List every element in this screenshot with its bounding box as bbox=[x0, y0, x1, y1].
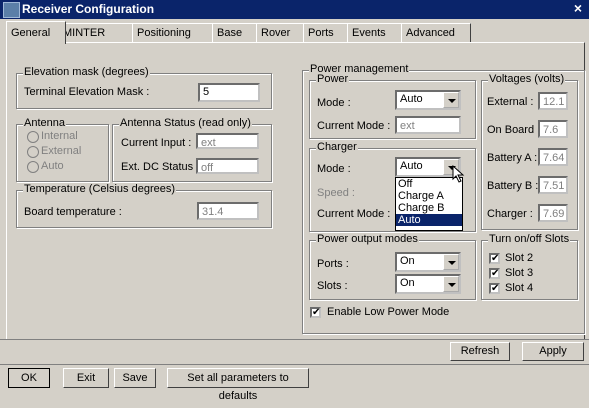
dropdown-option-charge-b[interactable]: Charge B bbox=[396, 202, 462, 214]
power-output-title: Power output modes bbox=[316, 233, 419, 245]
ports-value: On bbox=[400, 255, 415, 267]
voltage-battery-a-field: 7.64 bbox=[538, 148, 568, 166]
power-mode-select[interactable]: Auto bbox=[395, 90, 461, 110]
slot-3-label: Slot 3 bbox=[505, 267, 534, 279]
charger-mode-dropdown[interactable]: Off Charge A Charge B Auto bbox=[395, 177, 463, 231]
antenna-status-title: Antenna Status (read only) bbox=[119, 117, 252, 129]
dropdown-option-auto[interactable]: Auto bbox=[396, 214, 462, 226]
chevron-down-icon[interactable] bbox=[443, 92, 459, 108]
power-mode-label: Mode : bbox=[317, 97, 351, 109]
tab-events[interactable]: Events bbox=[347, 23, 409, 42]
dc-status-label: Ext. DC Status : bbox=[121, 161, 200, 173]
tab-positioning[interactable]: Positioning bbox=[132, 23, 220, 42]
board-temperature-field: 31.4 bbox=[197, 202, 259, 220]
tab-minter[interactable]: MINTER bbox=[58, 23, 140, 42]
slots-value: On bbox=[400, 277, 415, 289]
divider bbox=[0, 364, 589, 365]
charger-mode-value: Auto bbox=[400, 160, 423, 172]
app-icon bbox=[3, 2, 20, 18]
power-group-title: Power bbox=[316, 73, 350, 85]
set-defaults-button[interactable]: Set all parameters to defaults bbox=[167, 368, 309, 402]
slot-2-label: Slot 2 bbox=[505, 252, 534, 264]
current-input-field: ext bbox=[196, 133, 259, 149]
ports-select[interactable]: On bbox=[395, 252, 461, 272]
charger-group-title: Charger bbox=[316, 141, 358, 153]
voltage-external-label: External : bbox=[487, 96, 534, 108]
terminal-elevation-input[interactable]: 5 bbox=[198, 83, 260, 102]
ok-button[interactable]: OK bbox=[8, 368, 50, 388]
voltage-battery-b-label: Battery B : bbox=[487, 180, 539, 192]
voltages-group-title: Voltages (volts) bbox=[488, 73, 566, 85]
exit-button[interactable]: Exit bbox=[63, 368, 109, 388]
title-bar: Receiver Configuration × bbox=[0, 0, 589, 19]
slots-label: Slots : bbox=[317, 280, 348, 292]
power-current-mode-field: ext bbox=[395, 116, 461, 134]
voltage-onboard-field: 7.6 bbox=[538, 120, 568, 138]
antenna-auto-label: Auto bbox=[41, 160, 64, 172]
slot-2-checkbox[interactable]: ✔ bbox=[489, 253, 500, 264]
chevron-down-icon[interactable] bbox=[443, 276, 459, 292]
antenna-internal-radio[interactable] bbox=[27, 131, 39, 143]
voltage-charger-label: Charger : bbox=[487, 208, 533, 220]
close-icon[interactable]: × bbox=[571, 1, 585, 15]
apply-button[interactable]: Apply bbox=[522, 342, 584, 361]
voltage-battery-a-label: Battery A : bbox=[487, 152, 538, 164]
dropdown-option-charge-a[interactable]: Charge A bbox=[396, 190, 462, 202]
tab-general[interactable]: General bbox=[6, 21, 66, 44]
power-current-mode-label: Current Mode : bbox=[317, 120, 391, 132]
refresh-button[interactable]: Refresh bbox=[450, 342, 510, 361]
voltage-external-field: 12.1 bbox=[538, 92, 568, 110]
charger-speed-label: Speed : bbox=[317, 187, 355, 199]
slots-select[interactable]: On bbox=[395, 274, 461, 294]
window-title: Receiver Configuration bbox=[22, 2, 155, 16]
chevron-down-icon[interactable] bbox=[443, 254, 459, 270]
board-temperature-label: Board temperature : bbox=[24, 206, 122, 218]
slots-toggle-title: Turn on/off Slots bbox=[488, 233, 571, 245]
voltage-charger-field: 7.69 bbox=[538, 204, 568, 222]
save-button[interactable]: Save bbox=[114, 368, 156, 388]
current-input-label: Current Input : bbox=[121, 137, 192, 149]
mouse-cursor-icon bbox=[452, 165, 465, 183]
dc-status-field: off bbox=[196, 158, 259, 174]
voltage-battery-b-field: 7.51 bbox=[538, 176, 568, 194]
charger-current-mode-label: Current Mode : bbox=[317, 208, 391, 220]
antenna-internal-label: Internal bbox=[41, 130, 78, 142]
divider bbox=[0, 339, 589, 340]
low-power-checkbox[interactable]: ✔ bbox=[310, 307, 321, 318]
elevation-group-title: Elevation mask (degrees) bbox=[23, 66, 150, 78]
voltage-onboard-label: On Board : bbox=[487, 124, 541, 136]
antenna-external-radio[interactable] bbox=[27, 146, 39, 158]
terminal-elevation-label: Terminal Elevation Mask : bbox=[24, 86, 150, 98]
slot-4-label: Slot 4 bbox=[505, 282, 534, 294]
power-mode-value: Auto bbox=[400, 93, 423, 105]
tab-advanced[interactable]: Advanced bbox=[401, 23, 471, 42]
slot-3-checkbox[interactable]: ✔ bbox=[489, 268, 500, 279]
antenna-auto-radio[interactable] bbox=[27, 161, 39, 173]
low-power-label: Enable Low Power Mode bbox=[327, 306, 450, 318]
antenna-group-title: Antenna bbox=[23, 117, 66, 129]
temperature-group-title: Temperature (Celsius degrees) bbox=[23, 183, 177, 195]
antenna-external-label: External bbox=[41, 145, 82, 157]
charger-mode-label: Mode : bbox=[317, 163, 351, 175]
ports-label: Ports : bbox=[317, 258, 349, 270]
slot-4-checkbox[interactable]: ✔ bbox=[489, 283, 500, 294]
